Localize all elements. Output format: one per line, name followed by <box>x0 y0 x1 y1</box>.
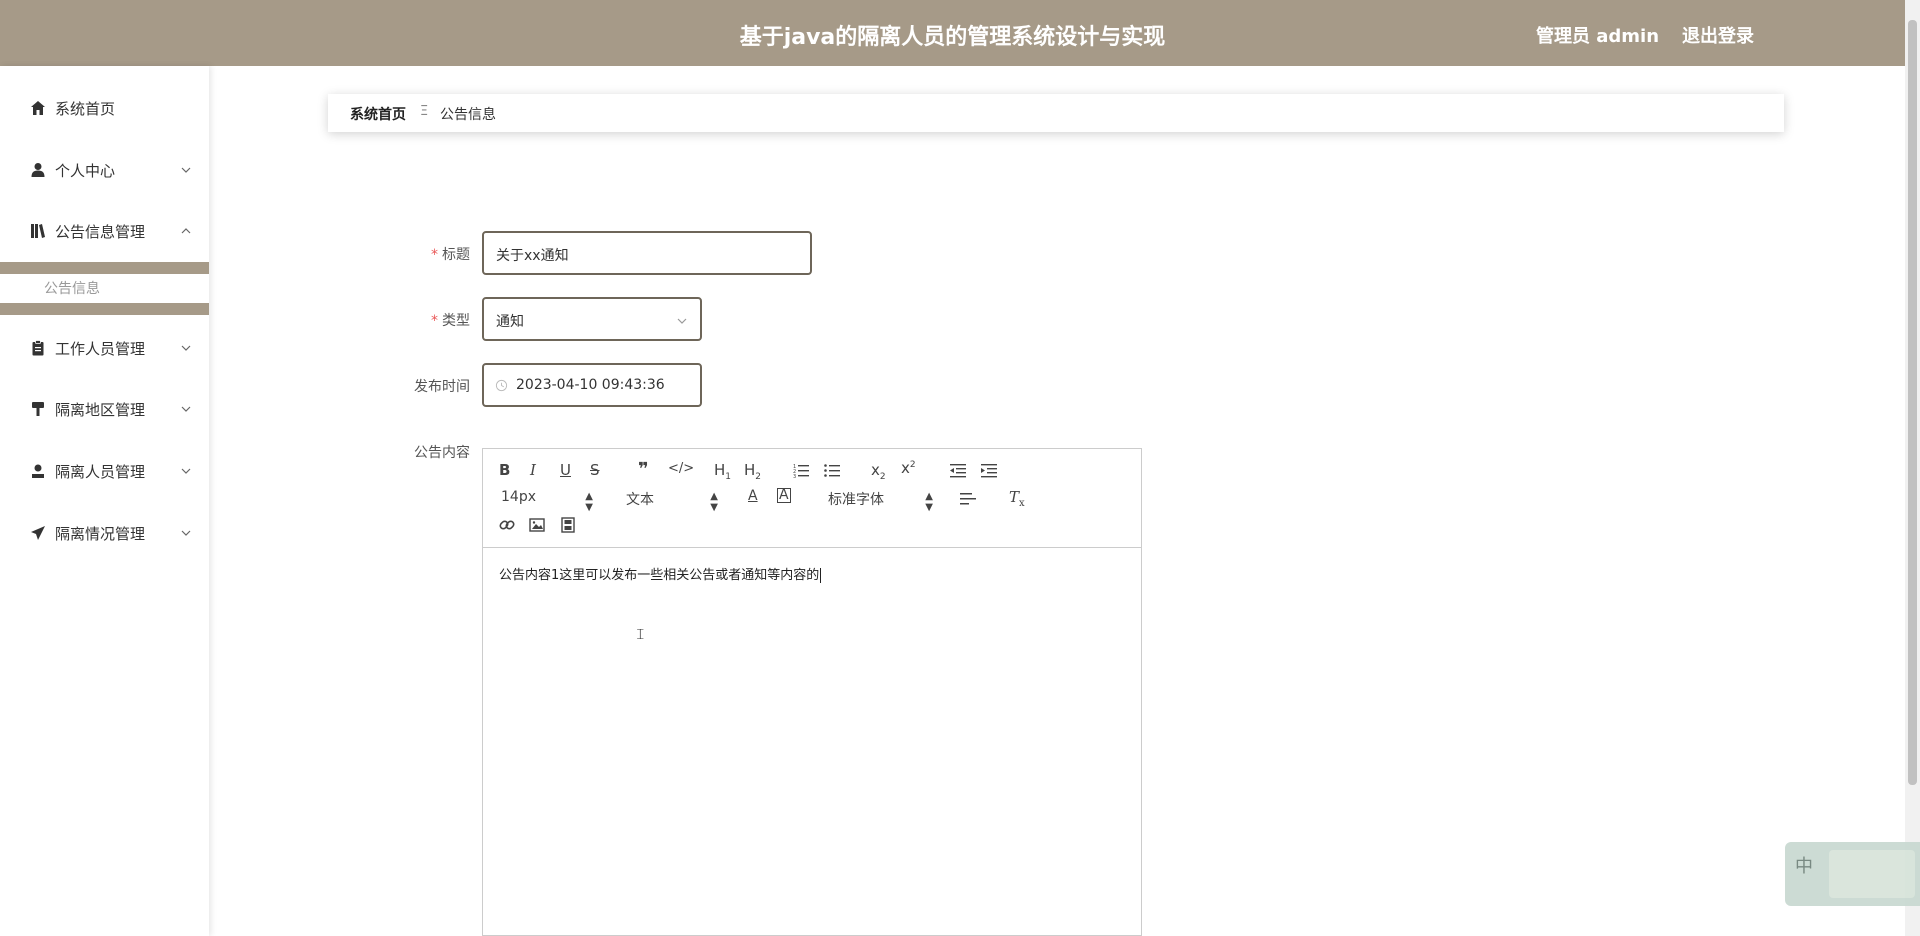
clock-icon <box>495 379 508 392</box>
select-arrow-icon: ▲ ▼ <box>925 491 933 513</box>
underline-button[interactable]: U <box>560 461 571 479</box>
breadcrumb-current: 公告信息 <box>440 107 496 123</box>
sidebar-item-area-management[interactable]: 隔离地区管理 <box>0 389 209 429</box>
type-label: * 类型 <box>431 313 470 329</box>
breadcrumb: 系统首页 Ξ 公告信息 <box>328 94 1784 132</box>
required-mark: * <box>431 247 438 263</box>
align-icon[interactable] <box>960 491 976 507</box>
sidebar-subitem-label: 公告信息 <box>44 281 100 297</box>
home-icon <box>31 101 45 115</box>
submenu-band-top <box>0 262 209 274</box>
sidebar-item-label: 工作人员管理 <box>55 340 146 358</box>
clear-format-button[interactable]: Tx <box>1009 488 1025 509</box>
top-header: 基于java的隔离人员的管理系统设计与实现 管理员 admin 退出登录 <box>0 0 1905 66</box>
breadcrumb-separator: Ξ <box>420 104 429 119</box>
sidebar-item-notice-management[interactable]: 公告信息管理 <box>0 211 209 251</box>
bullet-list-icon[interactable] <box>824 462 840 478</box>
logout-button[interactable]: 退出登录 <box>1682 22 1754 48</box>
sidebar-item-label: 系统首页 <box>55 100 116 118</box>
code-block-button[interactable]: </> <box>668 461 694 476</box>
current-user: 管理员 admin <box>1536 26 1660 47</box>
font-size-select[interactable]: 14px ▲ ▼ <box>501 489 593 513</box>
font-family-select[interactable]: 标准字体 ▲ ▼ <box>828 489 933 513</box>
person-icon <box>32 464 44 478</box>
ime-widget[interactable]: 中 <box>1785 842 1920 906</box>
submenu-band-bottom <box>0 303 209 315</box>
chevron-down-icon <box>181 345 191 351</box>
chevron-down-icon <box>181 167 191 173</box>
chevron-down-icon <box>181 530 191 536</box>
video-icon[interactable] <box>560 517 576 533</box>
indent-icon[interactable] <box>981 462 997 478</box>
type-select[interactable]: 通知 <box>482 297 702 341</box>
sidebar-item-label: 公告信息管理 <box>55 223 146 241</box>
subscript-button[interactable]: x2 <box>871 461 886 482</box>
ime-skin-image <box>1829 850 1915 898</box>
sidebar-item-label: 隔离地区管理 <box>55 401 146 419</box>
superscript-button[interactable]: x2 <box>901 459 916 477</box>
outdent-icon[interactable] <box>950 462 966 478</box>
title-input-value: 关于xx通知 <box>496 248 569 264</box>
strikethrough-button[interactable]: S <box>590 461 600 479</box>
sidebar-item-label: 隔离人员管理 <box>55 463 146 481</box>
editor-toolbar: B I U S ❞ </> H1 H2 123 x2 x2 14px ▲ ▼ 文本 ▲… <box>483 449 1141 548</box>
editor-content-area[interactable]: 公告内容1这里可以发布一些相关公告或者通知等内容的​ <box>499 564 822 583</box>
user-icon <box>31 163 45 177</box>
scrollbar-thumb[interactable] <box>1908 20 1917 785</box>
link-icon[interactable] <box>499 517 515 533</box>
publish-time-label: 发布时间 <box>414 379 470 395</box>
chevron-down-icon <box>677 318 687 324</box>
image-icon[interactable] <box>529 517 545 533</box>
title-label: * 标题 <box>431 247 470 263</box>
type-select-value: 通知 <box>496 314 524 330</box>
publish-time-picker[interactable]: 2023-04-10 09:43:36 <box>482 363 702 407</box>
sidebar-item-label: 个人中心 <box>55 162 116 180</box>
font-color-button[interactable]: A <box>748 488 758 504</box>
sidebar: 系统首页 个人中心 公告信息管理 公告信息 工作人员管理 隔离地区管理 隔离人员… <box>0 66 209 936</box>
heading2-button[interactable]: H2 <box>744 461 761 482</box>
chevron-up-icon <box>181 228 191 234</box>
sidebar-item-staff-management[interactable]: 工作人员管理 <box>0 328 209 368</box>
svg-text:3: 3 <box>793 474 796 478</box>
background-color-button[interactable]: A <box>777 488 791 503</box>
clipboard-icon <box>32 340 44 356</box>
required-mark: * <box>431 313 438 329</box>
sidebar-item-home[interactable]: 系统首页 <box>0 88 209 128</box>
brush-icon <box>32 402 44 416</box>
content-label: 公告内容 <box>414 445 470 461</box>
chevron-down-icon <box>181 468 191 474</box>
select-arrow-icon: ▲ ▼ <box>710 491 718 513</box>
select-arrow-icon: ▲ ▼ <box>585 491 593 513</box>
italic-button[interactable]: I <box>530 461 536 479</box>
rich-text-editor: B I U S ❞ </> H1 H2 123 x2 x2 14px ▲ ▼ 文本 ▲… <box>482 448 1142 936</box>
sidebar-item-isolated-person-management[interactable]: 隔离人员管理 <box>0 451 209 491</box>
heading1-button[interactable]: H1 <box>714 461 731 482</box>
publish-time-value: 2023-04-10 09:43:36 <box>516 377 665 393</box>
blockquote-button[interactable]: ❞ <box>638 459 649 480</box>
sidebar-subitem-notice-info[interactable]: 公告信息 <box>0 276 209 300</box>
sidebar-item-personal-center[interactable]: 个人中心 <box>0 150 209 190</box>
send-icon <box>31 526 45 540</box>
page-scrollbar[interactable] <box>1905 0 1920 936</box>
breadcrumb-home[interactable]: 系统首页 <box>350 104 406 124</box>
sidebar-item-isolation-status-management[interactable]: 隔离情况管理 <box>0 513 209 553</box>
book-icon <box>31 224 45 238</box>
title-input[interactable]: 关于xx通知 <box>482 231 812 275</box>
text-cursor-icon: 𝙸 <box>635 625 646 643</box>
ordered-list-icon[interactable]: 123 <box>793 462 809 478</box>
bold-button[interactable]: B <box>499 461 510 479</box>
text-caret: ​ <box>820 568 822 583</box>
sidebar-item-label: 隔离情况管理 <box>55 525 146 543</box>
ime-mode-indicator[interactable]: 中 <box>1795 852 1813 878</box>
header-select[interactable]: 文本 ▲ ▼ <box>626 489 718 513</box>
chevron-down-icon <box>181 406 191 412</box>
